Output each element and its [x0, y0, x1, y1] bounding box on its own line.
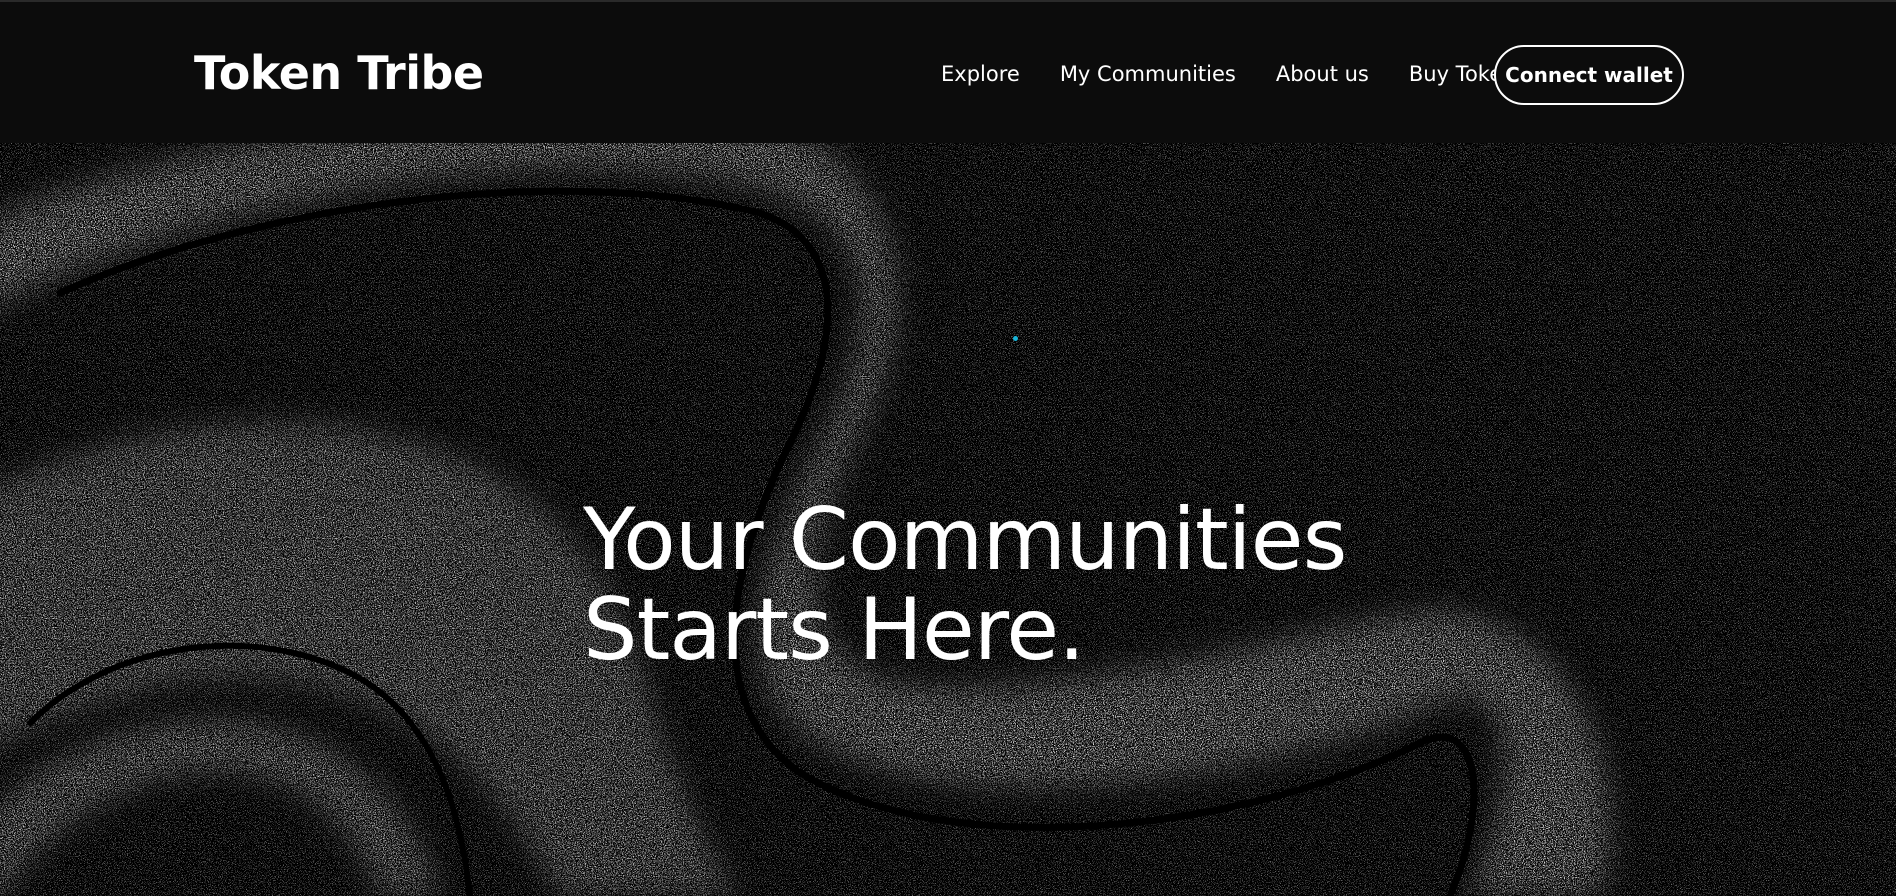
page: Token Tribe Explore My Communities About…: [0, 0, 1896, 896]
nav-link-explore[interactable]: Explore: [941, 60, 1020, 88]
brand-logo-text[interactable]: Token Tribe: [194, 45, 484, 101]
connect-wallet-button[interactable]: Connect wallet: [1494, 45, 1684, 105]
accent-dot: [1013, 336, 1018, 341]
hero-section: Your Communities Starts Here.: [0, 143, 1896, 896]
top-navbar: Token Tribe Explore My Communities About…: [0, 0, 1896, 143]
nav-link-about-us[interactable]: About us: [1276, 60, 1369, 88]
main-nav: Explore My Communities About us Buy Toke…: [941, 60, 1515, 88]
nav-link-my-communities[interactable]: My Communities: [1060, 60, 1236, 88]
hero-title: Your Communities Starts Here.: [583, 490, 1347, 680]
hero-title-line-1: Your Communities: [583, 490, 1347, 590]
hero-title-line-2: Starts Here.: [583, 580, 1086, 680]
